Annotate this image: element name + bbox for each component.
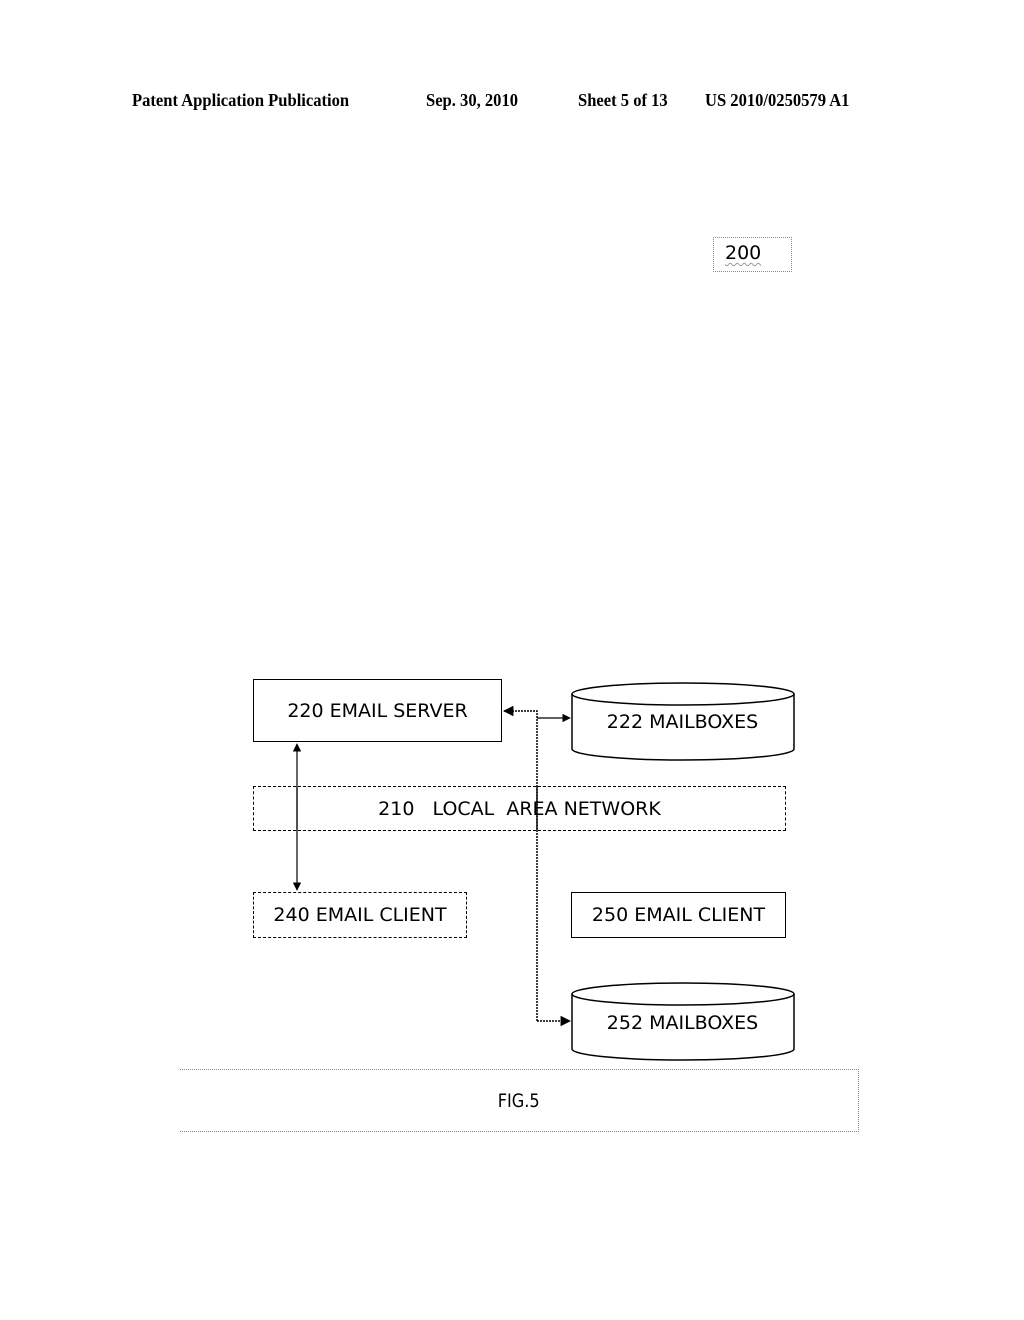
email-client-250-node: 250 EMAIL CLIENT — [571, 892, 786, 938]
figure-caption-box: FIG.5 — [180, 1069, 859, 1132]
mailboxes-252-label: 252 MAILBOXES — [606, 1012, 759, 1034]
email-client-250-label: 250 EMAIL CLIENT — [591, 904, 766, 926]
figure-caption: FIG.5 — [498, 1089, 540, 1112]
email-client-240-node: 240 EMAIL CLIENT — [253, 892, 467, 938]
email-client-240-label: 240 EMAIL CLIENT — [273, 904, 447, 926]
sheet-number: Sheet 5 of 13 — [578, 90, 668, 110]
email-server-label: 220 EMAIL SERVER — [287, 699, 468, 722]
email-server-node: 220 EMAIL SERVER — [253, 679, 502, 742]
reference-label: 200 — [725, 242, 762, 264]
publication-title: Patent Application Publication — [132, 90, 350, 110]
publication-date: Sep. 30, 2010 — [426, 90, 519, 110]
patent-header: Patent Application Publication Sep. 30, … — [0, 90, 1024, 114]
lan-label: 210 LOCAL AREA NETWORK — [378, 797, 661, 820]
mailboxes-222-label: 222 MAILBOXES — [606, 711, 759, 733]
lan-node: 210 LOCAL AREA NETWORK — [253, 786, 786, 831]
patent-number: US 2010/0250579 A1 — [705, 90, 850, 110]
connector-server-trunk — [502, 705, 538, 1021]
reference-label-box: 200 — [713, 237, 792, 272]
